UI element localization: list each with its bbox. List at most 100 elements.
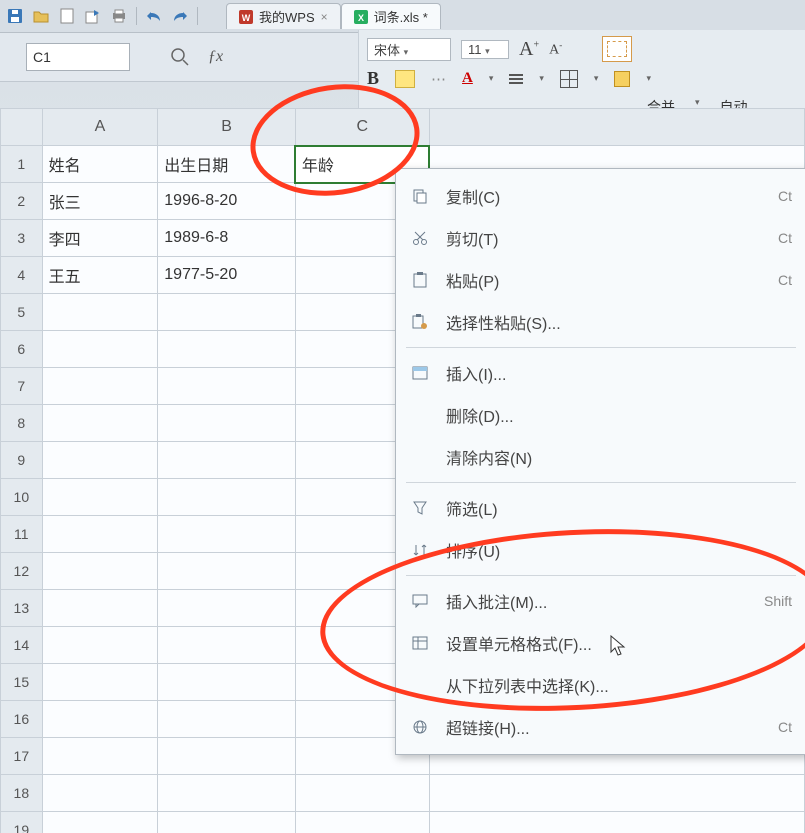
row-header[interactable]: 13	[1, 590, 43, 627]
cell[interactable]	[158, 812, 296, 833]
menu-item[interactable]: 插入(I)...	[396, 352, 805, 394]
tab-mywps[interactable]: W 我的WPS ×	[226, 3, 341, 29]
export-icon[interactable]	[84, 7, 102, 25]
row-header[interactable]: 2	[1, 183, 43, 220]
cell[interactable]	[42, 627, 158, 664]
highlight-icon[interactable]	[395, 70, 415, 88]
cell[interactable]: 1977-5-20	[158, 257, 296, 294]
cell[interactable]	[429, 812, 804, 833]
menu-item[interactable]: 复制(C)Ct	[396, 175, 805, 217]
row-header[interactable]: 14	[1, 627, 43, 664]
cell[interactable]	[158, 627, 296, 664]
col-header-C[interactable]: C	[295, 109, 429, 146]
cell[interactable]	[42, 664, 158, 701]
new-icon[interactable]	[58, 7, 76, 25]
col-header-blank[interactable]	[429, 109, 804, 146]
row-header[interactable]: 16	[1, 701, 43, 738]
row-header[interactable]: 3	[1, 220, 43, 257]
cell[interactable]	[42, 331, 158, 368]
undo-icon[interactable]	[145, 7, 163, 25]
tab-file[interactable]: X 词条.xls *	[341, 3, 441, 29]
row-header[interactable]: 10	[1, 479, 43, 516]
save-icon[interactable]	[6, 7, 24, 25]
ellipsis-icon[interactable]: ⋯	[431, 70, 446, 88]
name-box[interactable]: C1	[26, 43, 130, 71]
menu-item[interactable]: 粘贴(P)Ct	[396, 259, 805, 301]
cell[interactable]	[158, 701, 296, 738]
row-header[interactable]: 4	[1, 257, 43, 294]
cell[interactable]	[42, 442, 158, 479]
chevron-down-icon[interactable]: ▾	[489, 73, 494, 84]
row-header[interactable]: 7	[1, 368, 43, 405]
increase-font-icon[interactable]: A+	[519, 38, 539, 61]
cell[interactable]	[158, 553, 296, 590]
cell[interactable]	[158, 590, 296, 627]
col-header-B[interactable]: B	[158, 109, 296, 146]
zoom-icon[interactable]	[170, 47, 190, 67]
row-header[interactable]: 6	[1, 331, 43, 368]
cell[interactable]	[158, 368, 296, 405]
cell[interactable]	[158, 516, 296, 553]
menu-item[interactable]: 从下拉列表中选择(K)...	[396, 664, 805, 706]
cell[interactable]	[42, 812, 158, 833]
font-name-select[interactable]: 宋体 ▾	[367, 38, 451, 61]
cell[interactable]	[158, 664, 296, 701]
row-header[interactable]: 15	[1, 664, 43, 701]
cell[interactable]	[158, 294, 296, 331]
menu-item[interactable]: 插入批注(M)...Shift	[396, 580, 805, 622]
cell[interactable]	[158, 405, 296, 442]
row-header[interactable]: 8	[1, 405, 43, 442]
cell[interactable]	[295, 775, 429, 812]
menu-item[interactable]: 清除内容(N)	[396, 436, 805, 478]
row-header[interactable]: 12	[1, 553, 43, 590]
open-icon[interactable]	[32, 7, 50, 25]
cell[interactable]	[429, 775, 804, 812]
fx-label[interactable]: ƒx	[208, 48, 223, 66]
cell[interactable]	[42, 553, 158, 590]
cell[interactable]	[158, 442, 296, 479]
bold-button[interactable]: B	[367, 68, 379, 89]
cell[interactable]	[158, 738, 296, 775]
menu-item[interactable]: 剪切(T)Ct	[396, 217, 805, 259]
cell[interactable]: 王五	[42, 257, 158, 294]
fill-color-icon[interactable]	[614, 71, 630, 87]
row-header[interactable]: 1	[1, 146, 43, 183]
cell[interactable]	[42, 590, 158, 627]
row-header[interactable]: 17	[1, 738, 43, 775]
cell[interactable]: 姓名	[42, 146, 158, 183]
cell[interactable]	[42, 516, 158, 553]
cell[interactable]	[42, 738, 158, 775]
row-header[interactable]: 19	[1, 812, 43, 833]
borders-icon[interactable]	[560, 70, 578, 88]
menu-item[interactable]: 选择性粘贴(S)...	[396, 301, 805, 343]
row-header[interactable]: 5	[1, 294, 43, 331]
menu-item[interactable]: 超链接(H)...Ct	[396, 706, 805, 748]
cell[interactable]	[42, 479, 158, 516]
row-header[interactable]: 18	[1, 775, 43, 812]
align-icon[interactable]	[509, 74, 523, 84]
cell[interactable]	[42, 368, 158, 405]
cell[interactable]	[42, 405, 158, 442]
font-size-select[interactable]: 11 ▾	[461, 40, 509, 59]
cell[interactable]: 1996-8-20	[158, 183, 296, 220]
col-header-A[interactable]: A	[42, 109, 158, 146]
cell[interactable]	[158, 331, 296, 368]
print-icon[interactable]	[110, 7, 128, 25]
cell[interactable]: 出生日期	[158, 146, 296, 183]
redo-icon[interactable]	[171, 7, 189, 25]
cell[interactable]: 1989-6-8	[158, 220, 296, 257]
select-all-corner[interactable]	[1, 109, 43, 146]
cell[interactable]	[42, 701, 158, 738]
row-header[interactable]: 11	[1, 516, 43, 553]
merge-icon[interactable]	[602, 36, 632, 62]
menu-item[interactable]: 设置单元格格式(F)...	[396, 622, 805, 664]
cell[interactable]	[158, 479, 296, 516]
cell[interactable]	[42, 775, 158, 812]
menu-item[interactable]: 删除(D)...	[396, 394, 805, 436]
font-color-button[interactable]: A	[462, 70, 473, 87]
close-icon[interactable]: ×	[321, 10, 328, 24]
menu-item[interactable]: 筛选(L)	[396, 487, 805, 529]
cell[interactable]	[295, 812, 429, 833]
cell[interactable]: 张三	[42, 183, 158, 220]
decrease-font-icon[interactable]: A-	[549, 40, 562, 59]
